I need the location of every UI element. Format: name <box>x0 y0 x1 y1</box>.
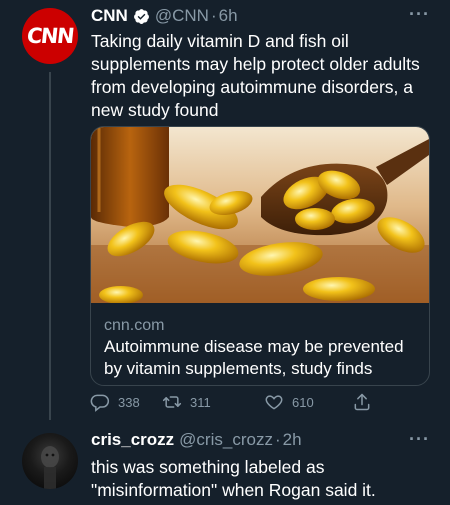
link-preview-card[interactable]: cnn.com Autoimmune disease may be preven… <box>90 126 430 386</box>
reply-header: cris_crozz @cris_crozz · 2h <box>91 430 302 450</box>
retweet-count: 311 <box>190 394 211 410</box>
cnn-logo-text: CNN <box>25 24 75 48</box>
tweet-text: Taking daily vitamin D and fish oil supp… <box>91 31 420 120</box>
tweet-header: CNN @CNN · 6h <box>91 5 238 27</box>
author-handle[interactable]: @CNN <box>155 6 209 26</box>
separator-dot: · <box>210 6 217 25</box>
reply-count: 338 <box>118 394 140 410</box>
tweet-actions: 338 311 610 <box>90 392 390 416</box>
reply-text: this was something labeled as "misinform… <box>91 457 376 500</box>
reply-button[interactable]: 338 <box>90 392 140 412</box>
retweet-icon <box>162 396 182 408</box>
like-count: 610 <box>292 394 314 410</box>
reply-author-name[interactable]: cris_crozz <box>91 430 174 450</box>
reply-icon <box>90 394 110 412</box>
cnn-avatar[interactable]: CNN <box>22 8 78 64</box>
reply-timestamp[interactable]: 2h <box>283 430 302 450</box>
card-domain: cnn.com <box>104 317 165 334</box>
verified-badge-icon <box>133 8 149 24</box>
like-button[interactable]: 610 <box>264 392 314 412</box>
reply-more-options-icon[interactable]: ··· <box>409 429 430 450</box>
heart-icon <box>265 395 283 410</box>
share-icon <box>354 393 370 411</box>
more-options-icon[interactable]: ··· <box>409 4 430 25</box>
share-button[interactable] <box>352 392 380 412</box>
card-image-fish-oil-capsules <box>91 127 429 303</box>
thread-line <box>49 72 51 420</box>
retweet-button[interactable]: 311 <box>162 392 211 412</box>
tweet-reply[interactable]: cris_crozz @cris_crozz · 2h ··· this was… <box>0 425 450 505</box>
reply-separator-dot: · <box>274 430 281 449</box>
reply-author-handle[interactable]: @cris_crozz <box>179 430 273 450</box>
cris-crozz-avatar[interactable] <box>22 433 78 489</box>
author-name[interactable]: CNN <box>91 6 128 26</box>
avatar-figure-image <box>41 446 59 489</box>
card-title: Autoimmune disease may be prevented by v… <box>104 337 404 378</box>
tweet-timestamp[interactable]: 6h <box>219 6 238 26</box>
